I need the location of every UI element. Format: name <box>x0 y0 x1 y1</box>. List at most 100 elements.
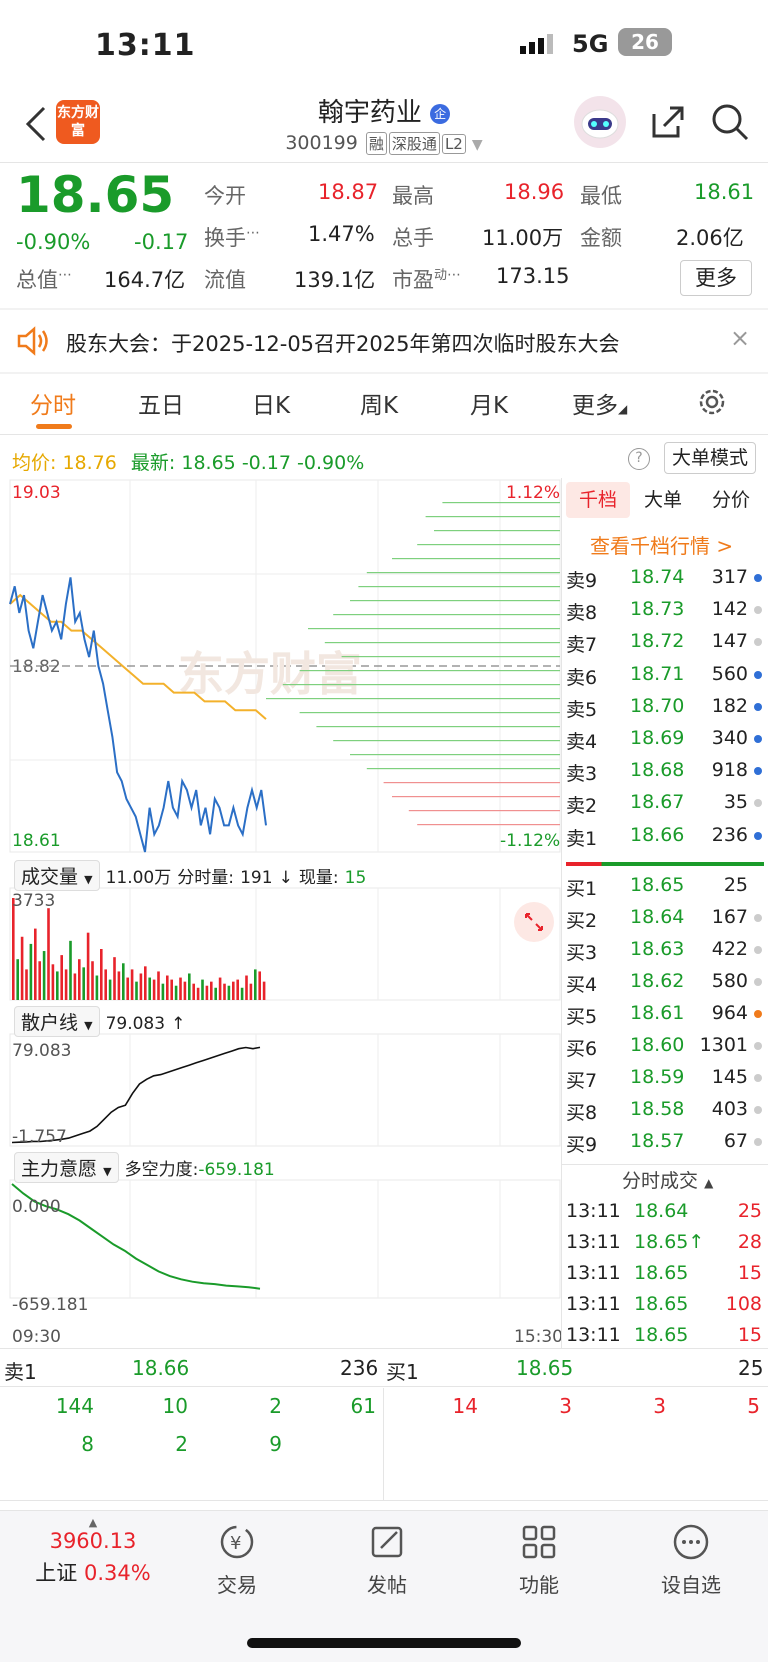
tab-more[interactable]: 更多◢ <box>572 386 627 420</box>
notice-bar[interactable]: 股东大会：于2025-12-05召开2025年第四次临时股东大会 × <box>0 312 768 370</box>
info-icon[interactable]: ⋯ <box>447 267 461 283</box>
volume-bar <box>47 908 50 1000</box>
volume-indicator-dropdown[interactable]: 成交量 ▼ <box>14 860 100 891</box>
ask-row[interactable]: 卖9 18.74 317 <box>564 562 764 594</box>
ask-row[interactable]: 卖2 18.67 35 <box>564 787 764 819</box>
mktcap-label-text: 总值 <box>16 268 58 292</box>
home-indicator[interactable] <box>247 1638 521 1648</box>
nav-post-label: 发帖 <box>367 1573 407 1597</box>
share-icon[interactable] <box>648 102 688 142</box>
intraday-chart[interactable]: 东方财富 19.03 18.82 18.61 1.12% -1.12% 3733… <box>0 478 562 1348</box>
volume-bar <box>86 932 90 1000</box>
level-volume: 422 <box>711 938 748 960</box>
volume-bar <box>161 983 165 1000</box>
bid-row[interactable]: 买4 18.62 580 <box>564 966 764 998</box>
pe-sup: 动 <box>434 268 448 283</box>
post-icon <box>371 1526 403 1558</box>
ask-row[interactable]: 卖5 18.70 182 <box>564 691 764 723</box>
more-button[interactable]: 更多 <box>680 260 752 296</box>
tab-monthly-k[interactable]: 月K <box>470 386 508 420</box>
level-volume: 25 <box>723 874 748 896</box>
level-volume: 236 <box>711 823 748 846</box>
tab-five-day[interactable]: 五日 <box>138 386 184 420</box>
index-ticker[interactable]: ▲ 3960.13 上证 0.34% <box>18 1516 168 1587</box>
help-icon[interactable]: ? <box>628 448 650 470</box>
depth-bar <box>366 768 560 770</box>
nav-add-watchlist[interactable]: 设自选 <box>646 1522 736 1598</box>
settings-gear-icon[interactable] <box>696 386 728 418</box>
tab-weekly-k[interactable]: 周K <box>360 386 398 420</box>
down-arrow-icon: ↓ <box>278 868 293 888</box>
search-icon[interactable] <box>710 102 750 142</box>
level-dot <box>754 946 762 954</box>
ask-row[interactable]: 卖7 18.72 147 <box>564 626 764 658</box>
level-volume: 560 <box>711 662 748 685</box>
tab-big-order[interactable]: 大单 <box>644 482 682 518</box>
level-price: 18.59 <box>630 1066 685 1088</box>
depth-bar <box>358 586 560 588</box>
index-pct: 0.34% <box>83 1561 151 1585</box>
latest-label: 最新: <box>130 452 176 474</box>
nav-functions[interactable]: 功能 <box>494 1522 584 1598</box>
ask-row[interactable]: 卖4 18.69 340 <box>564 723 764 755</box>
bid-row[interactable]: 买9 18.57 67 <box>564 1126 764 1158</box>
buy-queue-cell: 3 <box>559 1394 572 1418</box>
level-price: 18.69 <box>630 727 685 749</box>
bid-row[interactable]: 买8 18.58 403 <box>564 1094 764 1126</box>
volume-bar <box>227 985 231 1000</box>
level-volume: 167 <box>711 906 748 928</box>
level-label: 买2 <box>566 910 598 932</box>
close-icon[interactable]: × <box>730 324 750 352</box>
robot-avatar-icon[interactable] <box>574 96 626 148</box>
level-label: 卖5 <box>566 698 598 721</box>
bid-row[interactable]: 买1 18.65 25 <box>564 870 764 902</box>
ask-row[interactable]: 卖8 18.73 142 <box>564 594 764 626</box>
main-bottom-label: -659.181 <box>12 1295 88 1315</box>
ticks-label: 分时成交 <box>622 1170 699 1192</box>
volume-bar <box>20 936 24 1000</box>
sell-queue-cell: 61 <box>350 1394 376 1418</box>
bid-row[interactable]: 买7 18.59 145 <box>564 1062 764 1094</box>
main-indicator-dropdown[interactable]: 主力意愿 ▼ <box>14 1152 119 1183</box>
main-top-label: 0.000 <box>12 1197 61 1217</box>
tag-connect: 深股通 <box>388 132 440 155</box>
ask-row[interactable]: 卖1 18.66 236 <box>564 820 764 852</box>
big-order-mode-button[interactable]: 大单模式 <box>664 442 756 474</box>
level-volume: 182 <box>711 694 748 717</box>
depth-bar <box>350 754 560 756</box>
bid-row[interactable]: 买6 18.60 1301 <box>564 1030 764 1062</box>
index-name: 上证 <box>35 1561 78 1585</box>
depth-bar <box>425 516 560 518</box>
tab-intraday[interactable]: 分时 <box>30 386 76 420</box>
chevron-down-icon: ▼ <box>84 873 93 886</box>
level-price: 18.62 <box>630 970 685 992</box>
ask-row[interactable]: 卖6 18.71 560 <box>564 659 764 691</box>
level-dot <box>754 1010 762 1018</box>
bid-row[interactable]: 买3 18.63 422 <box>564 934 764 966</box>
retail-value: 79.083 <box>105 1014 166 1034</box>
bid-row[interactable]: 买2 18.64 167 <box>564 902 764 934</box>
summary-buy-vol: 25 <box>738 1356 764 1380</box>
bid-row[interactable]: 买5 18.61 964 <box>564 998 764 1030</box>
volume-bar <box>95 975 99 1000</box>
retail-indicator-dropdown[interactable]: 散户线 ▼ <box>14 1006 100 1037</box>
info-icon[interactable]: ⋯ <box>246 225 260 241</box>
tick-row: 13:11 18.64 25 <box>564 1196 764 1228</box>
open-value: 18.87 <box>318 180 379 204</box>
volume-label: 成交量 <box>21 866 79 888</box>
high-label: 最高 <box>392 184 434 208</box>
depth-link[interactable]: 查看千档行情 > <box>590 530 733 559</box>
expand-button[interactable] <box>514 902 554 942</box>
signal-icon <box>520 34 560 54</box>
ask-row[interactable]: 卖3 18.68 918 <box>564 755 764 787</box>
info-icon[interactable]: ⋯ <box>58 267 72 283</box>
ticks-header[interactable]: 分时成交 ▲ <box>622 1166 713 1193</box>
tab-depth[interactable]: 千档 <box>566 482 630 518</box>
nav-trade[interactable]: ¥ 交易 <box>192 1522 282 1598</box>
nav-post[interactable]: 发帖 <box>342 1522 432 1598</box>
volume-bar <box>69 940 72 1000</box>
tab-daily-k[interactable]: 日K <box>252 386 290 420</box>
depth-bar <box>417 544 560 546</box>
level-dot <box>754 606 762 615</box>
tab-price-split[interactable]: 分价 <box>712 482 750 518</box>
